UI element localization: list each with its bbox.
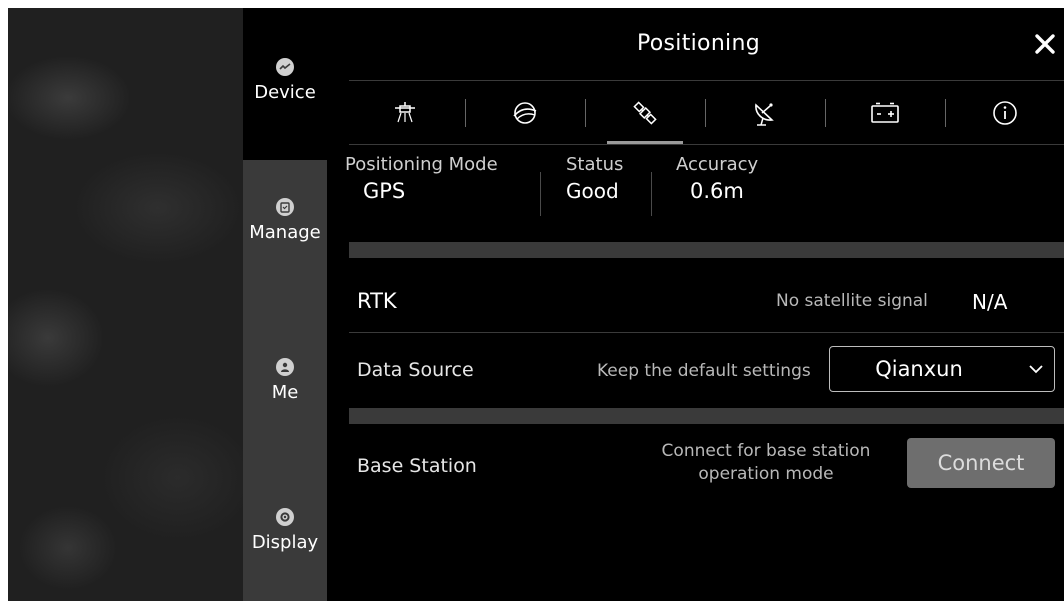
sidebar-item-label: Device [254,82,316,103]
hint-line: operation mode [698,464,834,484]
tab-satellite-dish[interactable] [705,82,825,144]
stat-value: 0.6m [690,179,744,203]
app-frame: Device Manage Me Display Positioning Pos… [8,8,1064,601]
stat-separator [540,172,541,216]
rtk-signal-text: No satellite signal [776,291,928,311]
positioning-stats: Positioning Mode GPS Status Good Accurac… [341,154,1056,244]
rtk-title: RTK [357,289,397,313]
stat-label: Accuracy [676,154,759,175]
drone-rtk-icon [395,102,415,123]
stat-label: Positioning Mode [345,154,498,175]
section-divider [349,408,1064,424]
tab-satellite[interactable] [585,82,705,144]
divider [349,332,1064,333]
data-source-label: Data Source [357,359,474,381]
chevron-down-icon [1029,365,1043,374]
data-source-select[interactable]: Qianxun [829,346,1055,392]
close-button[interactable] [1029,28,1061,60]
sidebar-item-device[interactable]: Device [243,8,327,160]
drone-icon [276,58,294,76]
gimbal-icon [513,102,537,124]
tab-battery[interactable] [825,82,945,144]
stat-positioning-mode: Positioning Mode GPS [345,154,498,203]
tab-drone-rtk[interactable] [345,82,465,144]
settings-icon [276,508,294,526]
stat-separator [651,172,652,216]
satellite-dish-icon [755,103,774,126]
tab-gimbal[interactable] [465,82,585,144]
stat-value: GPS [363,179,406,203]
map-background [8,8,243,601]
stat-status: Status Good [566,154,623,203]
stat-label: Status [566,154,624,175]
sidebar: Device Manage Me Display [243,8,327,601]
data-source-hint: Keep the default settings [597,361,811,381]
satellite-icon [633,101,657,125]
info-icon [993,101,1017,125]
rtk-signal-value: N/A [972,290,1008,314]
sidebar-item-label: Display [251,532,319,553]
select-value: Qianxun [875,357,963,381]
tab-info[interactable] [945,82,1064,144]
base-station-hint: Connect for base station operation mode [641,440,891,486]
battery-icon [871,102,899,123]
user-icon [276,358,294,376]
sidebar-item-label: Manage [249,222,321,243]
sidebar-item-label: Me [271,382,299,403]
section-divider [349,242,1064,258]
positioning-panel: Positioning Positioning Mode GPS Status … [341,8,1064,601]
stat-accuracy: Accuracy 0.6m [676,154,758,203]
close-icon [1035,34,1055,54]
connect-button[interactable]: Connect [907,438,1055,488]
sidebar-item-me[interactable]: Me [243,358,327,403]
sidebar-item-display[interactable]: Display [243,508,327,553]
stat-value: Good [566,179,619,203]
base-station-label: Base Station [357,455,477,477]
hint-line: Connect for base station [661,441,871,461]
page-title: Positioning [637,31,760,56]
divider [349,80,1064,81]
clipboard-icon [276,198,294,216]
divider [349,144,1064,145]
sidebar-item-manage[interactable]: Manage [243,198,327,243]
tab-bar [341,82,1064,144]
